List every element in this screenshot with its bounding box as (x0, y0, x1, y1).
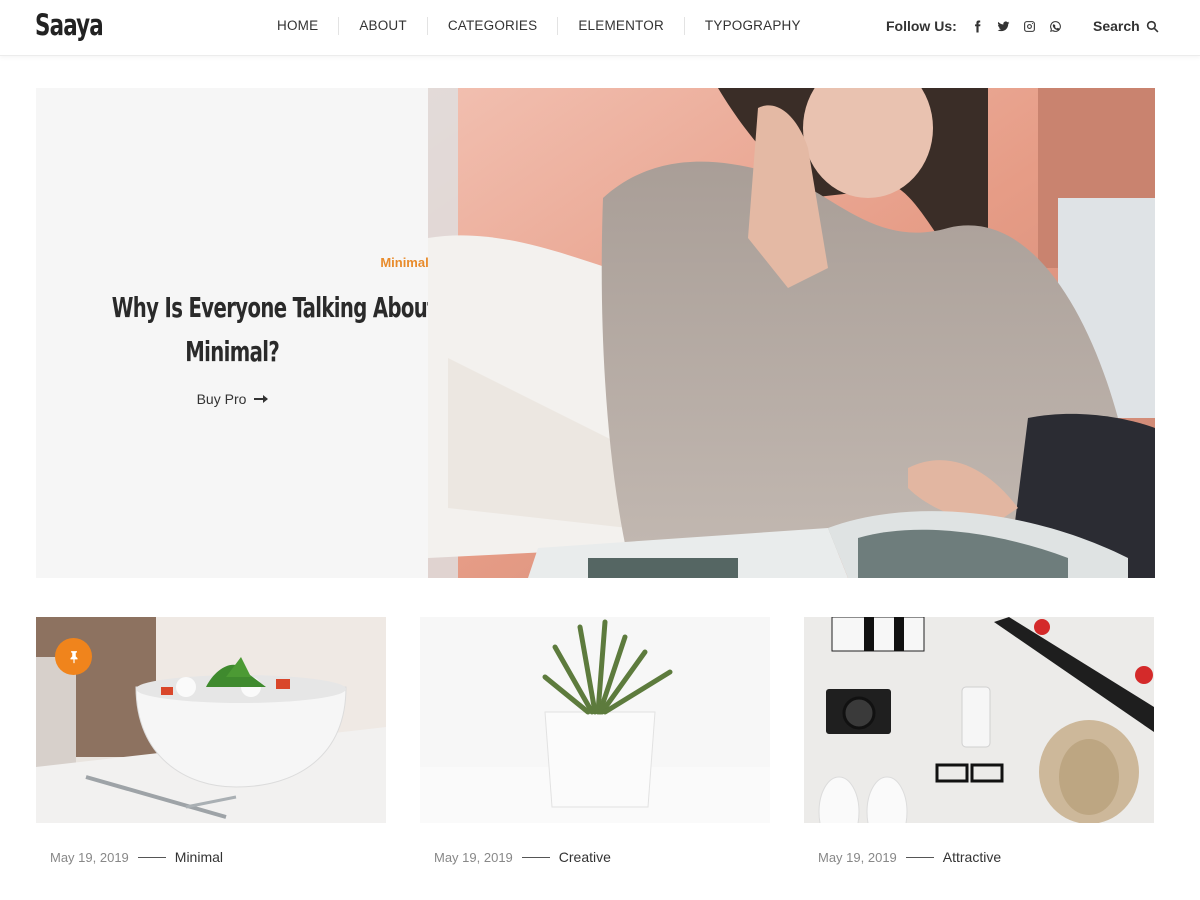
nav-about[interactable]: ABOUT (339, 17, 428, 35)
pinned-badge (55, 638, 92, 675)
post-card: May 19, 2019 Attractive (804, 617, 1154, 865)
hero-illustration (428, 88, 1155, 578)
post-date: May 19, 2019 (50, 849, 129, 865)
search-icon (1146, 20, 1159, 32)
post-meta: May 19, 2019 Creative (420, 849, 770, 865)
search-label: Search (1093, 18, 1140, 34)
post-category-link[interactable]: Attractive (943, 849, 1001, 865)
site-logo[interactable]: Saaya (35, 8, 104, 42)
flatlay-illustration (804, 617, 1154, 823)
post-category-link[interactable]: Creative (559, 849, 611, 865)
post-meta: May 19, 2019 Attractive (804, 849, 1154, 865)
post-meta: May 19, 2019 Minimal (36, 849, 386, 865)
follow-us: Follow Us: (886, 18, 1069, 34)
search-button[interactable]: Search (1093, 18, 1159, 34)
meta-divider (521, 856, 550, 858)
post-card: May 19, 2019 Minimal (36, 617, 386, 865)
nav-elementor[interactable]: ELEMENTOR (558, 17, 685, 35)
site-header: Saaya HOME ABOUT CATEGORIES ELEMENTOR TY… (0, 0, 1200, 56)
whatsapp-icon[interactable] (1049, 19, 1063, 33)
instagram-icon[interactable] (1023, 19, 1037, 33)
hero-title[interactable]: Why Is Everyone Talking About Minimal? (66, 286, 437, 374)
nav-categories[interactable]: CATEGORIES (428, 17, 559, 35)
hero-text-panel: Minimal Design Why Is Everyone Talking A… (36, 88, 476, 578)
post-category-link[interactable]: Minimal (175, 849, 223, 865)
buy-pro-label: Buy Pro (196, 391, 247, 407)
twitter-icon[interactable] (997, 19, 1011, 33)
nav-home[interactable]: HOME (267, 17, 340, 35)
meta-divider (905, 856, 934, 858)
hero-slider: Minimal Design Why Is Everyone Talking A… (36, 88, 1155, 578)
buy-pro-button[interactable]: Buy Pro (36, 391, 428, 407)
meta-divider (137, 856, 166, 858)
post-grid: May 19, 2019 Minimal May 19, 2019 Creati… (36, 617, 1155, 877)
facebook-icon[interactable] (971, 19, 985, 33)
post-image[interactable] (36, 617, 386, 823)
nav-typography[interactable]: TYPOGRAPHY (685, 17, 821, 35)
hero-title-line1: Why Is Everyone Talking About (111, 291, 437, 324)
post-card: May 19, 2019 Creative (420, 617, 770, 865)
arrow-right-icon (254, 395, 269, 403)
post-date: May 19, 2019 (818, 849, 897, 865)
plant-illustration (420, 617, 770, 823)
pin-icon (70, 650, 77, 663)
post-date: May 19, 2019 (434, 849, 513, 865)
main-nav: HOME ABOUT CATEGORIES ELEMENTOR TYPOGRAP… (267, 17, 821, 35)
follow-label: Follow Us: (886, 18, 957, 34)
hero-title-line2: Minimal? (185, 335, 280, 368)
hero-image[interactable] (428, 88, 1155, 578)
post-image[interactable] (420, 617, 770, 823)
post-image[interactable] (804, 617, 1154, 823)
